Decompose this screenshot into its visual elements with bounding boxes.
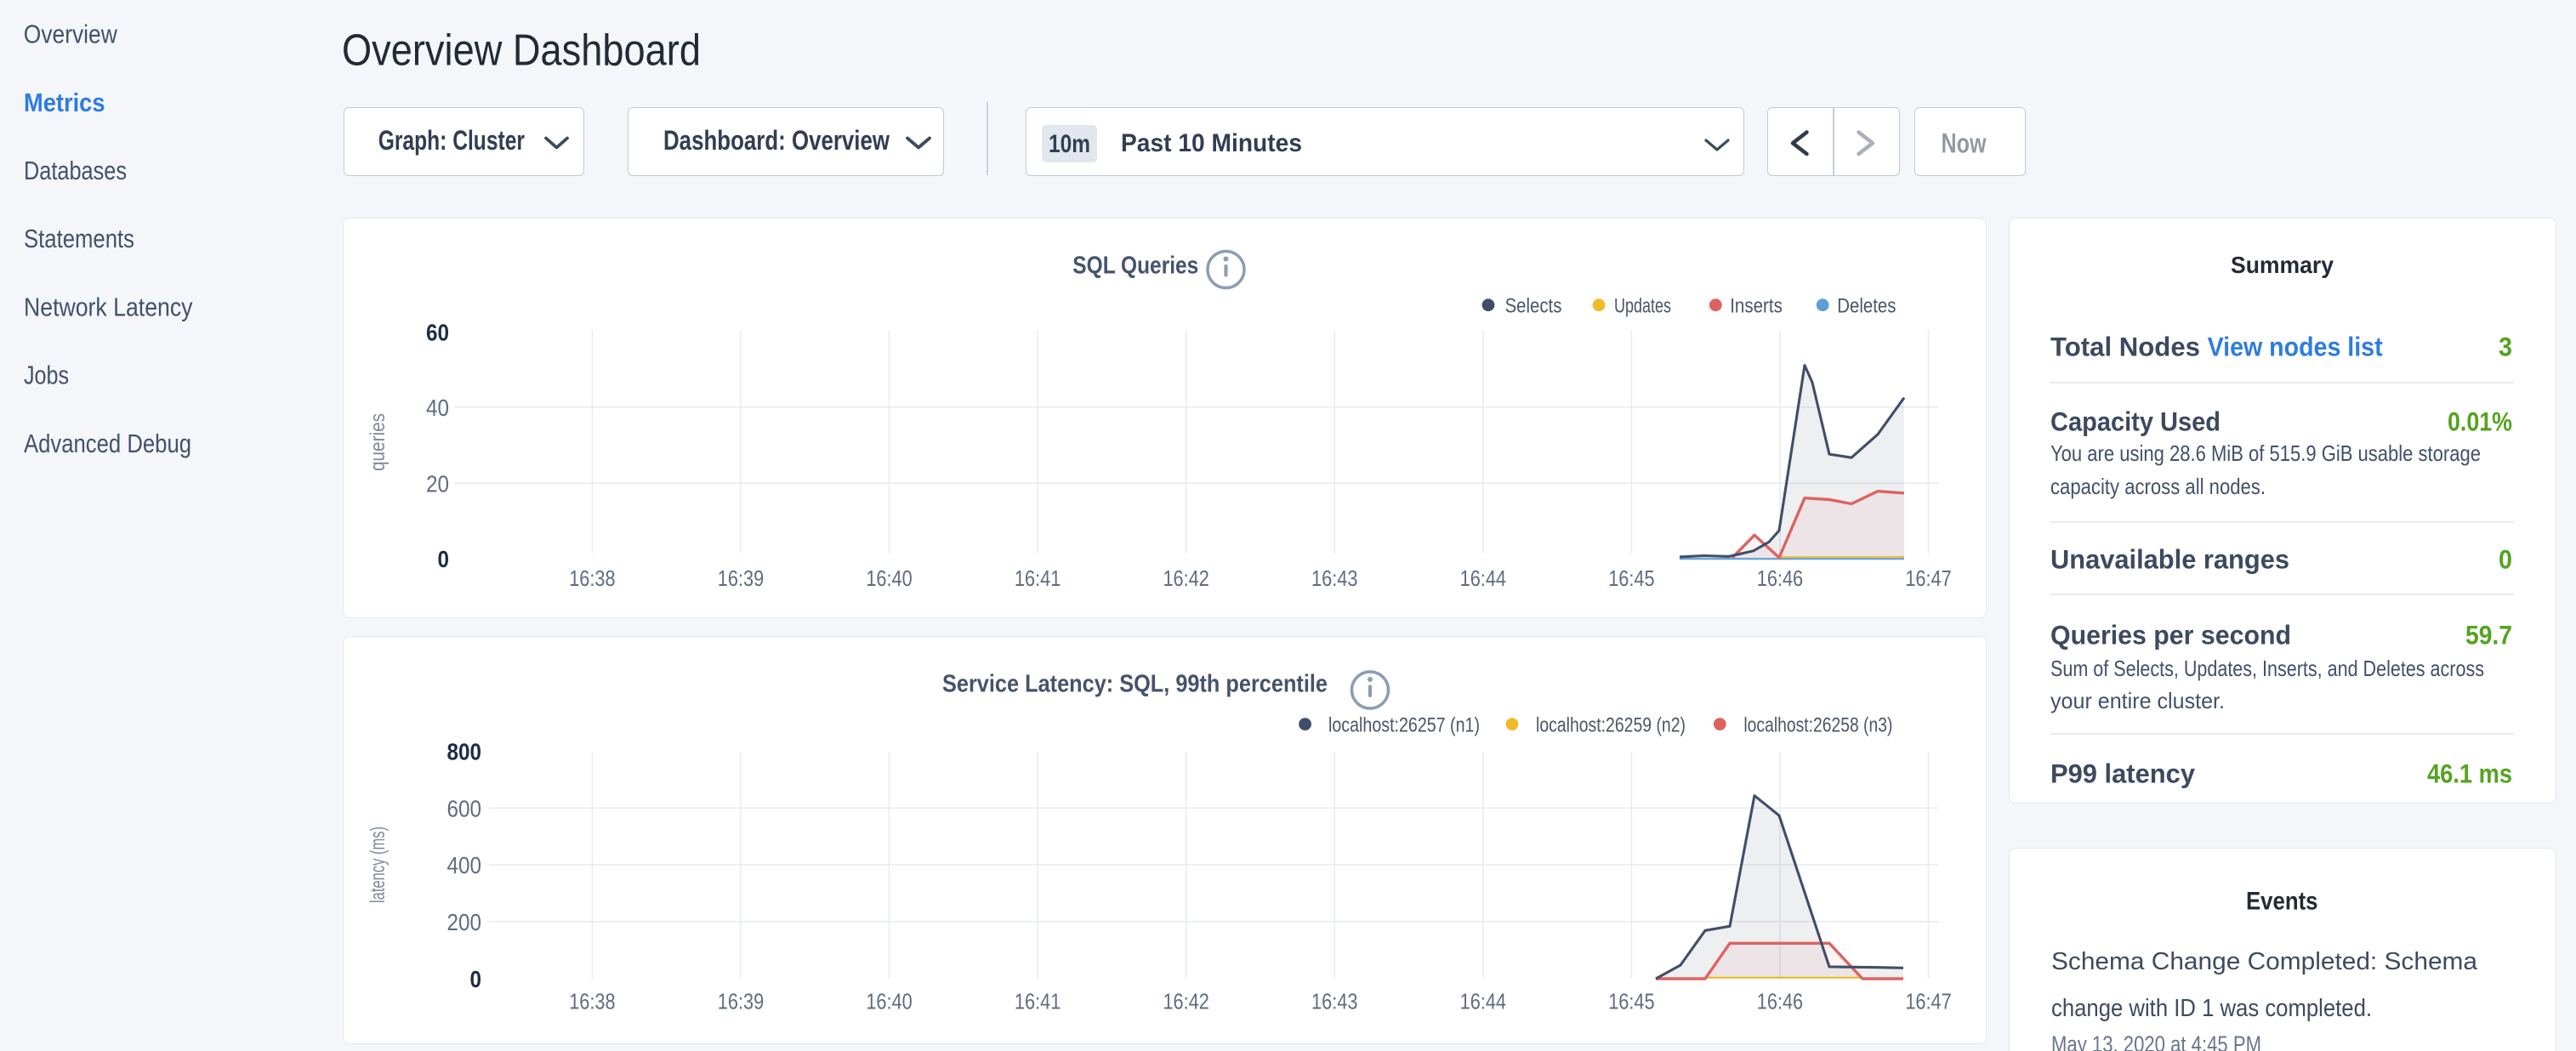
svg-text:16:47: 16:47 bbox=[1905, 565, 1951, 591]
svg-text:10m: 10m bbox=[1049, 130, 1090, 158]
svg-text:Advanced Debug: Advanced Debug bbox=[24, 429, 191, 458]
svg-text:16:43: 16:43 bbox=[1311, 989, 1357, 1014]
svg-text:0: 0 bbox=[438, 546, 450, 572]
svg-text:46.1 ms: 46.1 ms bbox=[2427, 758, 2512, 789]
svg-text:200: 200 bbox=[447, 909, 482, 935]
svg-text:Unavailable ranges: Unavailable ranges bbox=[2050, 544, 2289, 575]
svg-text:View nodes list: View nodes list bbox=[2208, 331, 2383, 361]
svg-text:16:41: 16:41 bbox=[1015, 565, 1061, 591]
svg-text:Overview: Overview bbox=[24, 20, 118, 49]
svg-text:59.7: 59.7 bbox=[2465, 620, 2512, 650]
svg-text:May 13, 2020 at 4:45 PM: May 13, 2020 at 4:45 PM bbox=[2051, 1031, 2261, 1051]
svg-text:localhost:26257 (n1): localhost:26257 (n1) bbox=[1328, 713, 1480, 736]
svg-text:Jobs: Jobs bbox=[24, 361, 69, 390]
svg-text:16:43: 16:43 bbox=[1311, 565, 1357, 591]
svg-text:Network Latency: Network Latency bbox=[24, 292, 193, 321]
svg-text:16:38: 16:38 bbox=[569, 989, 615, 1014]
svg-text:20: 20 bbox=[426, 471, 449, 497]
svg-text:Service Latency: SQL, 99th per: Service Latency: SQL, 99th percentile bbox=[942, 671, 1328, 698]
svg-text:capacity across all nodes.: capacity across all nodes. bbox=[2050, 474, 2266, 499]
svg-text:queries: queries bbox=[367, 413, 390, 471]
svg-text:16:39: 16:39 bbox=[718, 989, 764, 1014]
svg-text:16:39: 16:39 bbox=[718, 565, 764, 591]
svg-text:P99 latency: P99 latency bbox=[2050, 758, 2195, 789]
svg-text:16:40: 16:40 bbox=[866, 565, 912, 591]
svg-text:Now: Now bbox=[1942, 128, 1987, 159]
svg-text:16:41: 16:41 bbox=[1015, 989, 1061, 1014]
svg-text:Capacity Used: Capacity Used bbox=[2050, 406, 2221, 437]
svg-text:0: 0 bbox=[470, 966, 482, 992]
svg-text:60: 60 bbox=[426, 319, 449, 345]
svg-text:Events: Events bbox=[2246, 888, 2318, 916]
svg-text:Summary: Summary bbox=[2231, 252, 2334, 278]
svg-text:0: 0 bbox=[2499, 544, 2512, 575]
svg-text:Updates: Updates bbox=[1614, 294, 1671, 317]
svg-text:16:45: 16:45 bbox=[1608, 565, 1654, 591]
svg-text:3: 3 bbox=[2499, 331, 2512, 361]
svg-text:16:42: 16:42 bbox=[1163, 565, 1208, 591]
svg-text:16:46: 16:46 bbox=[1757, 565, 1803, 591]
svg-text:Databases: Databases bbox=[24, 156, 127, 185]
svg-text:Statements: Statements bbox=[24, 224, 134, 253]
svg-text:Past 10 Minutes: Past 10 Minutes bbox=[1121, 129, 1302, 157]
svg-text:Sum of Selects, Updates, Inser: Sum of Selects, Updates, Inserts, and De… bbox=[2050, 656, 2484, 681]
svg-text:16:44: 16:44 bbox=[1460, 989, 1506, 1014]
svg-text:16:45: 16:45 bbox=[1608, 989, 1654, 1014]
svg-text:your entire cluster.: your entire cluster. bbox=[2050, 688, 2225, 713]
svg-text:Queries per second: Queries per second bbox=[2050, 620, 2291, 650]
svg-text:localhost:26258 (n3): localhost:26258 (n3) bbox=[1743, 713, 1892, 736]
svg-text:latency (ms): latency (ms) bbox=[367, 827, 390, 903]
svg-text:change with ID 1 was completed: change with ID 1 was completed. bbox=[2051, 995, 2372, 1022]
svg-text:16:38: 16:38 bbox=[569, 565, 615, 591]
svg-text:800: 800 bbox=[447, 739, 482, 765]
svg-text:16:40: 16:40 bbox=[866, 989, 912, 1014]
svg-text:16:44: 16:44 bbox=[1460, 565, 1506, 591]
svg-text:Dashboard: Overview: Dashboard: Overview bbox=[663, 125, 890, 156]
svg-text:16:46: 16:46 bbox=[1757, 989, 1803, 1014]
svg-text:Inserts: Inserts bbox=[1730, 294, 1783, 317]
svg-text:Metrics: Metrics bbox=[24, 88, 105, 117]
svg-text:0.01%: 0.01% bbox=[2448, 406, 2512, 437]
svg-text:Selects: Selects bbox=[1505, 294, 1562, 317]
svg-text:16:42: 16:42 bbox=[1163, 989, 1208, 1014]
svg-text:Schema Change Completed: Schem: Schema Change Completed: Schema bbox=[2051, 948, 2478, 975]
svg-text:600: 600 bbox=[447, 795, 482, 821]
svg-text:40: 40 bbox=[426, 395, 449, 421]
svg-text:Overview Dashboard: Overview Dashboard bbox=[342, 26, 701, 75]
svg-text:localhost:26259 (n2): localhost:26259 (n2) bbox=[1536, 713, 1686, 736]
svg-text:SQL Queries: SQL Queries bbox=[1072, 252, 1198, 279]
svg-text:You are using 28.6 MiB of 515.: You are using 28.6 MiB of 515.9 GiB usab… bbox=[2050, 440, 2481, 466]
svg-text:Graph: Cluster: Graph: Cluster bbox=[378, 125, 525, 156]
svg-text:Deletes: Deletes bbox=[1837, 294, 1896, 317]
svg-text:400: 400 bbox=[447, 852, 482, 878]
svg-text:16:47: 16:47 bbox=[1905, 989, 1951, 1014]
svg-text:Total Nodes: Total Nodes bbox=[2050, 331, 2200, 361]
